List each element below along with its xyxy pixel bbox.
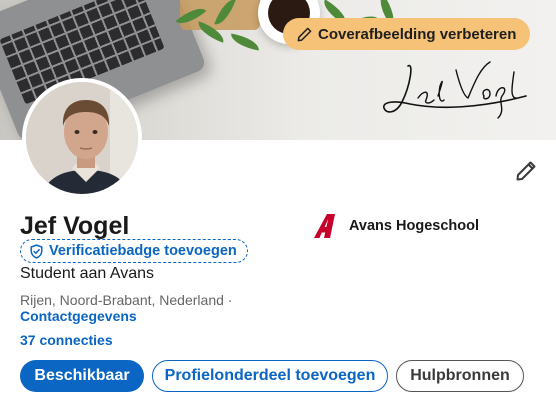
- edit-intro-button[interactable]: [512, 158, 540, 186]
- avans-logo: [314, 214, 335, 238]
- education-link[interactable]: Avans Hogeschool: [313, 213, 479, 239]
- profile-location: Rijen, Noord-Brabant, Nederland ·: [20, 292, 233, 308]
- leaf-image: [229, 33, 261, 51]
- connections-link[interactable]: 37 connecties: [20, 332, 113, 348]
- avatar: [26, 82, 138, 194]
- shield-check-icon: [30, 243, 43, 259]
- profile-photo[interactable]: [22, 78, 142, 198]
- profile-headline: Student aan Avans: [20, 265, 155, 282]
- open-to-button[interactable]: Beschikbaar: [20, 360, 144, 392]
- enhance-cover-label: Coverafbeelding verbeteren: [318, 25, 517, 43]
- school-name: Avans Hogeschool: [349, 218, 479, 234]
- pencil-icon: [297, 27, 312, 41]
- profile-name: Jef Vogel: [20, 212, 130, 240]
- resources-button[interactable]: Hulpbronnen: [396, 360, 524, 392]
- add-verification-badge-button[interactable]: Verificatiebadge toevoegen: [20, 239, 248, 263]
- add-profile-section-button[interactable]: Profielonderdeel toevoegen: [152, 360, 388, 392]
- contact-info-link[interactable]: Contactgegevens: [20, 308, 137, 324]
- pencil-icon: [516, 161, 536, 180]
- verification-label: Verificatiebadge toevoegen: [49, 243, 237, 259]
- enhance-cover-button[interactable]: Coverafbeelding verbeteren: [283, 18, 531, 50]
- signature-image: [383, 61, 527, 119]
